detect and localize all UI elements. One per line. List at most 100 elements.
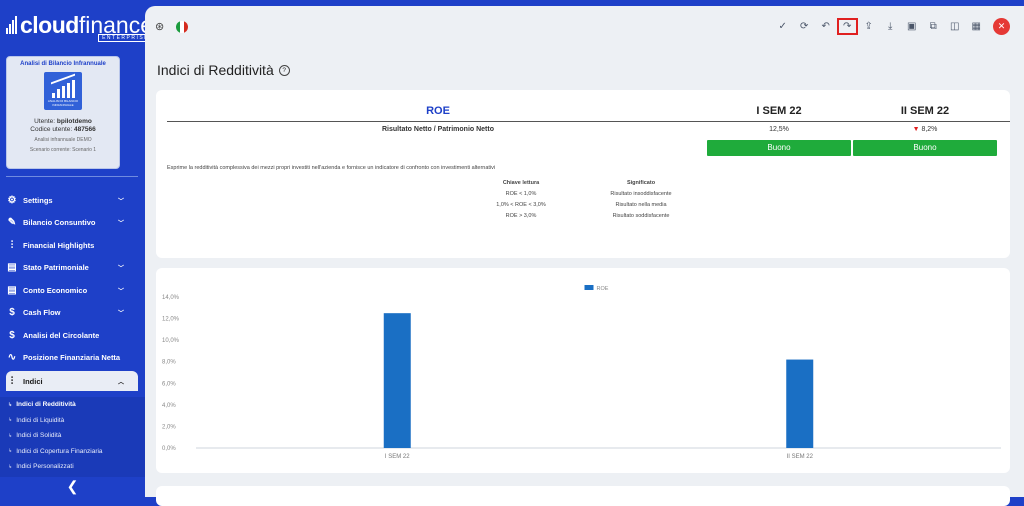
sidebar-item-label: Indici [23, 376, 43, 386]
user-line: Utente: bpilotdemo [7, 118, 119, 125]
sidebar-item-label: Analisi del Circolante [23, 330, 100, 340]
sidebar-item-label: Conto Economico [23, 285, 88, 295]
sidebar-item-indici[interactable]: ⫶ Indici ︿ [6, 371, 138, 391]
help-icon[interactable]: ? [278, 64, 290, 76]
trend-down-icon: ▼ [912, 126, 920, 133]
roe-panel: ROE I SEM 22 II SEM 22 Risultato Netto /… [156, 90, 1010, 258]
logo-bars-icon [6, 16, 17, 34]
submenu-item-liquidita[interactable]: ↳ Indici di Liquidità [0, 413, 145, 429]
bar-chart-icon: ⫶ [10, 239, 14, 251]
legend-key: ROE < 1,0% [505, 191, 537, 197]
legend-meaning-header: Significato [626, 180, 656, 186]
submenu-arrow-icon: ↳ [8, 448, 13, 455]
chart-bar [383, 313, 411, 448]
redo-icon[interactable]: ↷ [836, 18, 858, 35]
card-title: Analisi di Bilancio Infrannuale [20, 61, 106, 67]
upload-icon[interactable]: ⇪ [858, 18, 880, 35]
save-icon[interactable]: ▣ [901, 18, 923, 35]
user-label: Utente: [34, 118, 56, 125]
x-tick-label: I SEM 22 [385, 454, 410, 460]
sidebar-item-bilancio-consuntivo[interactable]: ✎ Bilancio Consuntivo ﹀ [6, 212, 138, 235]
collapse-sidebar-button[interactable]: ❮ [0, 477, 145, 497]
copy-icon[interactable]: ⧉ [923, 18, 945, 35]
indicator-description: Esprime la redditività complessiva dei m… [167, 165, 496, 171]
chevron-down-icon: ﹀ [117, 266, 124, 273]
bar-chart-icon: ⫶ [10, 375, 14, 387]
chevron-down-icon: ﹀ [117, 198, 124, 205]
submenu-item-copertura[interactable]: ↳ Indici di Copertura Finanziaria [0, 444, 145, 460]
x-tick-label: II SEM 22 [787, 454, 814, 460]
indicator-name: ROE [426, 105, 450, 117]
submenu-item-label: Indici di Copertura Finanziaria [16, 447, 103, 455]
chevron-down-icon: ﹀ [117, 311, 124, 318]
language-flag-icon[interactable] [176, 20, 189, 33]
y-tick-label: 10,0% [162, 338, 180, 344]
sidebar: cloud finance ENTERPRISE Analisi di Bilan… [0, 0, 154, 497]
sidebar-item-stato-patrimoniale[interactable]: ▤ Stato Patrimoniale ﹀ [6, 257, 138, 280]
header-divider [167, 121, 1010, 122]
sidebar-item-label: Financial Highlights [23, 240, 95, 250]
submenu-arrow-icon: ↳ [8, 417, 13, 424]
submenu-item-personalizzati[interactable]: ↳ Indici Personalizzati [0, 459, 145, 475]
sidebar-item-financial-highlights[interactable]: ⫶ Financial Highlights [6, 234, 138, 257]
period-value-2-wrap: ▼ 8,2% [853, 126, 997, 133]
y-tick-label: 12,0% [162, 317, 180, 323]
dollar-icon: $ [9, 307, 15, 319]
chart-bar [786, 359, 814, 448]
columns-icon[interactable]: ◫ [944, 18, 966, 35]
legend-label: ROE [597, 286, 609, 292]
sidebar-item-label: Cash Flow [23, 308, 61, 318]
sidebar-item-label: Settings [23, 195, 53, 205]
submenu-item-solidita[interactable]: ↳ Indici di Solidità [0, 428, 145, 444]
indicator-formula: Risultato Netto / Patrimonio Netto [382, 126, 494, 133]
code-label: Codice utente: [30, 126, 73, 133]
sidebar-item-conto-economico[interactable]: ▤ Conto Economico ﹀ [6, 279, 138, 302]
chevron-left-icon: ❮ [66, 478, 79, 494]
rating-badge-1: Buono [707, 140, 851, 156]
layout-icon[interactable]: ▦ [966, 18, 988, 35]
logo-cloud: cloud [20, 11, 79, 38]
close-icon[interactable]: ✕ [993, 18, 1010, 35]
dollar-icon: $ [9, 329, 15, 341]
chevron-up-icon: ︿ [117, 379, 124, 386]
chevron-down-icon: ﹀ [117, 221, 124, 228]
edit-icon: ✎ [7, 217, 17, 229]
submenu-item-label: Indici di Liquidità [16, 416, 65, 424]
document-icon: ▤ [7, 262, 17, 274]
submenu-arrow-icon: ↳ [8, 432, 13, 439]
check-icon[interactable]: ✓ [772, 18, 794, 35]
legend-swatch [584, 285, 594, 290]
submenu-item-label: Indici di Redditività [16, 401, 76, 409]
download-icon[interactable]: ⤓ [880, 18, 902, 35]
sidebar-item-settings[interactable]: ⚙ Settings ﹀ [6, 189, 138, 212]
period-value-2: 8,2% [921, 126, 938, 133]
submenu-arrow-icon: ↳ [8, 401, 13, 408]
chevron-down-icon: ﹀ [117, 288, 124, 295]
sidebar-item-cash-flow[interactable]: $ Cash Flow ﹀ [6, 302, 138, 325]
legend-key: 1,0% < ROE < 3,0% [496, 202, 546, 208]
legend-meaning: Risultato soddisfacente [612, 213, 670, 219]
legend-key-column: Chiave lettura ROE < 1,0% 1,0% < ROE < 3… [476, 178, 566, 222]
y-tick-label: 2,0% [162, 424, 176, 430]
submenu-item-redditivita[interactable]: ↳ Indici di Redditività [0, 397, 145, 413]
app-logo[interactable]: cloud finance ENTERPRISE [6, 11, 154, 42]
support-icon[interactable]: ⊛ [155, 20, 164, 33]
legend-meaning-column: Significato Risultato insoddisfacente Ri… [596, 178, 686, 222]
period-header-1: I SEM 22 [756, 105, 802, 117]
legend-key: ROE > 3,0% [505, 213, 537, 219]
legend-key-header: Chiave lettura [502, 180, 540, 186]
user-card: Analisi di Bilancio Infrannuale ANALISI … [6, 56, 120, 169]
sidebar-item-label: Posizione Finanziaria Netta [23, 353, 121, 363]
undo-icon[interactable]: ↶ [815, 18, 837, 35]
sidebar-item-posizione-finanziaria[interactable]: ∿ Posizione Finanziaria Netta [6, 347, 138, 370]
y-tick-label: 4,0% [162, 403, 176, 409]
submenu-item-label: Indici Personalizzati [16, 463, 74, 471]
y-tick-label: 8,0% [162, 360, 176, 366]
refresh-icon[interactable]: ⟳ [794, 18, 816, 35]
top-toolbar: ⊛ ✓ ⟳ ↶ ↷ ⇪ ⤓ ▣ ⧉ ◫ ▦ ✕ [145, 6, 1024, 46]
analysis-chart-icon: ANALISI DI BILANCIO INFRANNUALE [44, 72, 82, 110]
sidebar-item-analisi-circolante[interactable]: $ Analisi del Circolante [6, 324, 138, 347]
page-title: Indici di Redditività ? [157, 62, 290, 78]
user-code: 487566 [74, 126, 96, 133]
code-line: Codice utente: 487566 [7, 126, 119, 133]
